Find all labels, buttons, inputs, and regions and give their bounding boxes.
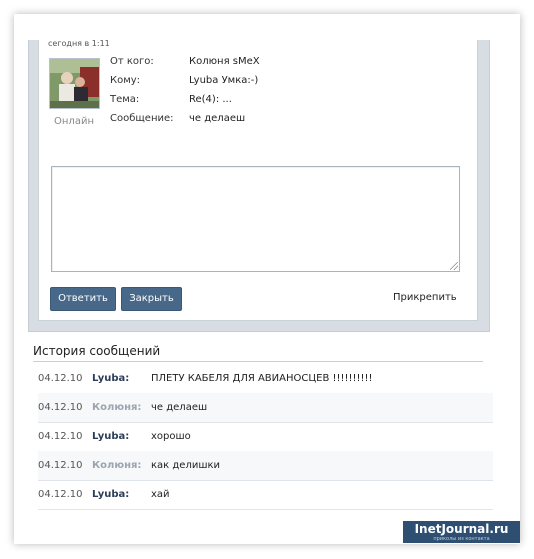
to-value[interactable]: Lyuba Умка:-): [189, 75, 258, 86]
history-date: 04.12.10: [38, 431, 83, 442]
history-row: 04.12.10 Колюня: как делишки: [38, 451, 493, 481]
watermark-subtitle: приколы из контакта: [433, 536, 490, 542]
history-row: 04.12.10 Lyuba: хорошо: [38, 422, 493, 452]
history-date: 04.12.10: [38, 460, 83, 471]
reply-textarea[interactable]: [51, 166, 460, 272]
history-message: как делишки: [151, 460, 221, 471]
history-date: 04.12.10: [38, 489, 83, 500]
message-text: че делаеш: [189, 113, 246, 124]
message-time: сегодня в 1:11: [48, 39, 110, 48]
reply-button[interactable]: Ответить: [50, 287, 116, 311]
from-label: От кого:: [110, 56, 154, 67]
history-message: хорошо: [151, 431, 191, 442]
history-date: 04.12.10: [38, 373, 83, 384]
message-label: Сообщение:: [110, 113, 174, 124]
history-date: 04.12.10: [38, 402, 83, 413]
history-row: 04.12.10 Lyuba: хай: [38, 480, 493, 510]
subject-value: Re(4): ...: [189, 94, 232, 105]
history-message: ПЛЕТУ КАБЕЛЯ ДЛЯ АВИАНОСЦЕВ !!!!!!!!!!: [151, 373, 373, 384]
history-author[interactable]: Lyuba:: [92, 431, 129, 442]
close-button[interactable]: Закрыть: [121, 287, 182, 311]
history-author[interactable]: Lyuba:: [92, 489, 129, 500]
from-value[interactable]: Колюня sMeX: [189, 56, 260, 67]
history-author[interactable]: Lyuba:: [92, 373, 129, 384]
watermark-logo: InetJournal.ru приколы из контакта: [403, 521, 520, 543]
watermark-title: InetJournal.ru: [414, 522, 509, 536]
history-message: че делаеш: [151, 402, 208, 413]
attach-link[interactable]: Прикрепить: [393, 292, 457, 303]
history-message: хай: [151, 489, 170, 500]
subject-label: Тема:: [110, 94, 140, 105]
sender-avatar[interactable]: [49, 58, 100, 109]
history-author[interactable]: Колюня:: [92, 460, 141, 471]
online-status: Онлайн: [54, 116, 94, 127]
history-divider: [33, 361, 483, 362]
history-row: 04.12.10 Lyuba: ПЛЕТУ КАБЕЛЯ ДЛЯ АВИАНОС…: [38, 364, 493, 394]
avatar-photo: [50, 59, 99, 108]
history-author[interactable]: Колюня:: [92, 402, 141, 413]
history-row: 04.12.10 Колюня: че делаеш: [38, 393, 493, 423]
to-label: Кому:: [110, 75, 141, 86]
history-title: История сообщений: [33, 344, 161, 358]
resize-handle-icon[interactable]: [450, 262, 458, 270]
